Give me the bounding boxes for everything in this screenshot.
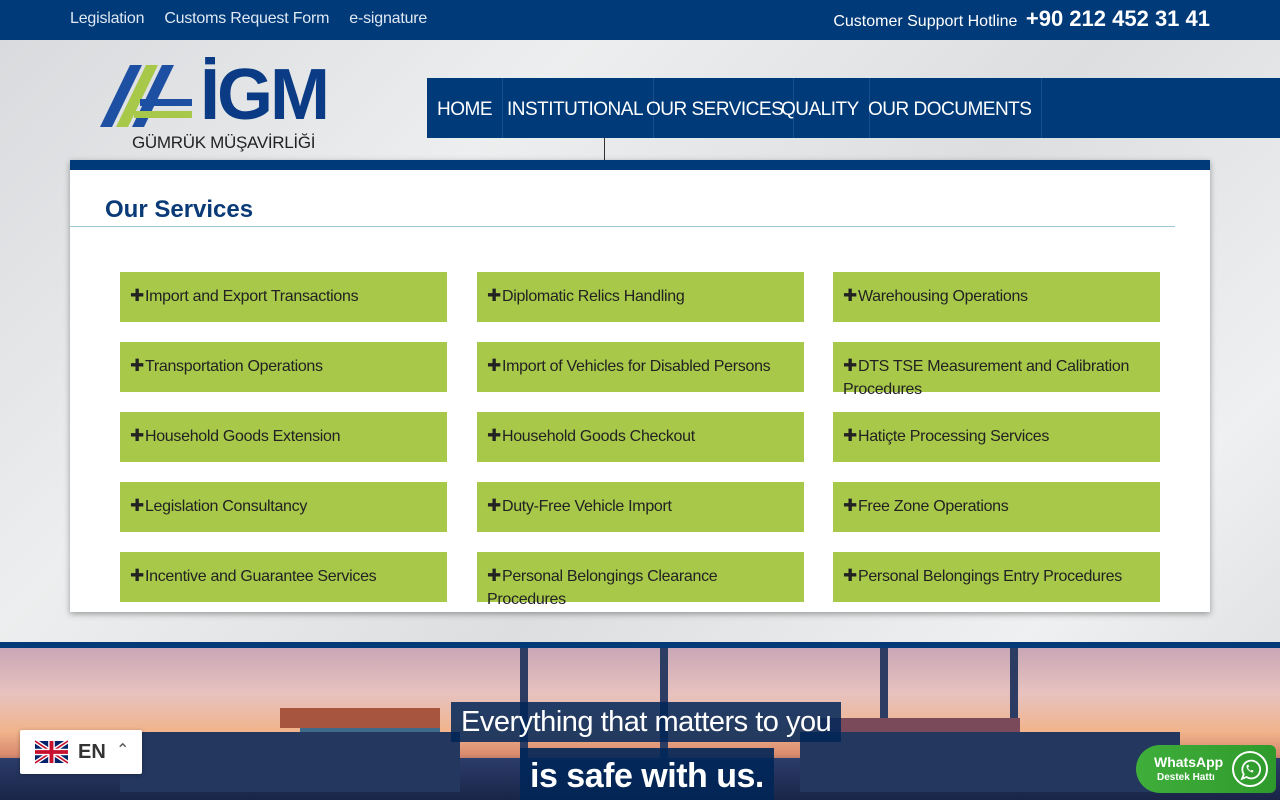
plus-icon: ✚ xyxy=(843,566,857,585)
nav-home[interactable]: HOME xyxy=(427,78,503,138)
plus-icon: ✚ xyxy=(130,496,144,515)
plus-icon: ✚ xyxy=(130,356,144,375)
support-hotline: Customer Support Hotline +90 212 452 31 … xyxy=(833,6,1210,32)
page-title: Our Services xyxy=(105,196,254,223)
hero-headline: Everything that matters to you xyxy=(451,702,842,742)
service-label: Household Goods Extension xyxy=(144,428,341,445)
top-links: Legislation Customs Request Form e-signa… xyxy=(70,10,427,28)
service-item[interactable]: ✚Free Zone Operations xyxy=(833,482,1160,532)
service-label: Import and Export Transactions xyxy=(144,288,359,305)
logo-mark-icon xyxy=(100,65,192,127)
service-item[interactable]: ✚Transportation Operations xyxy=(120,342,447,392)
service-item[interactable]: ✚Household Goods Checkout xyxy=(477,412,804,462)
site-logo[interactable]: İGM GÜMRÜK MÜŞAVİRLİĞİ xyxy=(100,55,330,155)
service-item[interactable]: ✚DTS TSE Measurement and Calibration Pro… xyxy=(833,342,1160,398)
service-label: Incentive and Guarantee Services xyxy=(144,568,377,585)
service-label: Transportation Operations xyxy=(144,358,323,375)
plus-icon: ✚ xyxy=(843,286,857,305)
whatsapp-title: WhatsApp xyxy=(1154,754,1224,770)
plus-icon: ✚ xyxy=(843,496,857,515)
service-item[interactable]: ✚Warehousing Operations xyxy=(833,272,1160,322)
service-label: Hatiçte Processing Services xyxy=(857,428,1050,445)
service-item[interactable]: ✚Duty-Free Vehicle Import xyxy=(477,482,804,532)
chevron-up-icon: ⌃ xyxy=(116,742,130,759)
logo-wordmark: İGM xyxy=(200,55,330,135)
whatsapp-icon xyxy=(1232,751,1268,787)
service-item[interactable]: ✚Personal Belongings Clearance Procedure… xyxy=(477,552,804,608)
nav-our-documents[interactable]: OUR DOCUMENTS xyxy=(858,78,1043,138)
plus-icon: ✚ xyxy=(487,566,501,585)
plus-icon: ✚ xyxy=(130,566,144,585)
ship-graphic xyxy=(800,732,1180,792)
whatsapp-button[interactable]: WhatsApp Destek Hattı xyxy=(1136,745,1276,793)
service-item[interactable]: ✚Personal Belongings Entry Procedures xyxy=(833,552,1160,602)
plus-icon: ✚ xyxy=(487,426,501,445)
language-selector[interactable]: EN ⌃ xyxy=(20,730,142,774)
plus-icon: ✚ xyxy=(487,496,501,515)
whatsapp-subtitle: Destek Hattı xyxy=(1157,772,1215,783)
logo-subtitle: GÜMRÜK MÜŞAVİRLİĞİ xyxy=(132,133,316,152)
plus-icon: ✚ xyxy=(130,426,144,445)
top-bar: Legislation Customs Request Form e-signa… xyxy=(0,0,1280,40)
hotline-number[interactable]: +90 212 452 31 41 xyxy=(1026,6,1210,31)
hero-banner: Everything that matters to you is safe w… xyxy=(0,648,1280,800)
service-label: Personal Belongings Clearance Procedures xyxy=(487,568,718,608)
plus-icon: ✚ xyxy=(843,356,857,375)
service-label: Personal Belongings Entry Procedures xyxy=(857,568,1122,585)
service-item[interactable]: ✚Household Goods Extension xyxy=(120,412,447,462)
main-nav: HOME INSTITUTIONAL OUR SERVICES QUALITY … xyxy=(427,78,1280,198)
service-label: Diplomatic Relics Handling xyxy=(501,288,685,305)
plus-icon: ✚ xyxy=(843,426,857,445)
link-legislation[interactable]: Legislation xyxy=(70,10,145,28)
service-item[interactable]: ✚Import and Export Transactions xyxy=(120,272,447,322)
service-item[interactable]: ✚Incentive and Guarantee Services xyxy=(120,552,447,602)
plus-icon: ✚ xyxy=(487,356,501,375)
service-label: Legislation Consultancy xyxy=(144,498,308,515)
service-item[interactable]: ✚Diplomatic Relics Handling xyxy=(477,272,804,322)
link-e-signature[interactable]: e-signature xyxy=(349,10,427,28)
service-label: Duty-Free Vehicle Import xyxy=(501,498,672,515)
uk-flag-icon xyxy=(35,740,68,764)
service-item[interactable]: ✚Legislation Consultancy xyxy=(120,482,447,532)
hero-subheadline: is safe with us. xyxy=(520,748,774,800)
nav-institutional[interactable]: INSTITUTIONAL xyxy=(497,78,655,138)
plus-icon: ✚ xyxy=(487,286,501,305)
title-divider xyxy=(70,226,1175,227)
service-item[interactable]: ✚Import of Vehicles for Disabled Persons xyxy=(477,342,804,392)
services-panel: Our Services ✚Import and Export Transact… xyxy=(70,160,1210,612)
link-customs-request-form[interactable]: Customs Request Form xyxy=(164,10,329,28)
hotline-label: Customer Support Hotline xyxy=(833,13,1018,30)
ship-graphic xyxy=(120,732,460,792)
service-label: Warehousing Operations xyxy=(857,288,1028,305)
language-code: EN xyxy=(78,741,106,763)
service-item[interactable]: ✚Hatiçte Processing Services xyxy=(833,412,1160,462)
nav-quality[interactable]: QUALITY xyxy=(771,78,870,138)
container-stack xyxy=(280,708,440,728)
plus-icon: ✚ xyxy=(130,286,144,305)
service-label: DTS TSE Measurement and Calibration Proc… xyxy=(843,358,1130,398)
service-label: Free Zone Operations xyxy=(857,498,1009,515)
service-label: Household Goods Checkout xyxy=(501,428,695,445)
service-label: Import of Vehicles for Disabled Persons xyxy=(501,358,771,375)
